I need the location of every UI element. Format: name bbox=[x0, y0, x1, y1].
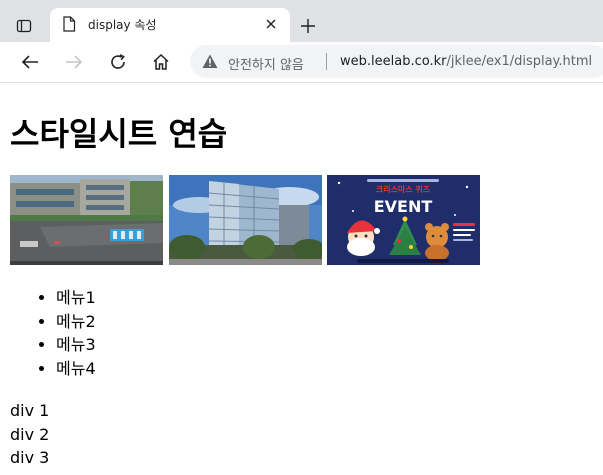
div-block: div 1 bbox=[10, 401, 50, 420]
page-viewport: 스타일시트 연습 크리스마스 퀴즈 EVENT • 메뉴1 • 메뉴2 • 메뉴… bbox=[0, 83, 603, 475]
menu-list: 메뉴1 메뉴2 메뉴3 메뉴4 bbox=[10, 286, 96, 380]
tab-actions-icon bbox=[16, 19, 32, 33]
security-status-label[interactable]: 안전하지 않음 bbox=[228, 54, 304, 73]
plus-icon bbox=[301, 19, 315, 33]
browser-tab-strip: display 속성 bbox=[0, 0, 603, 42]
banner-event-text: EVENT bbox=[374, 197, 433, 216]
list-item: 메뉴1 bbox=[56, 286, 96, 310]
browser-tab-active[interactable]: display 속성 bbox=[50, 8, 290, 42]
office-building-photo bbox=[169, 175, 322, 265]
tab-actions-button[interactable] bbox=[10, 12, 38, 40]
div-block-list: div 1 div 2 div 3 bbox=[10, 399, 49, 470]
list-item: 메뉴4 bbox=[56, 357, 96, 381]
close-icon bbox=[266, 19, 276, 29]
forward-button[interactable] bbox=[60, 48, 88, 76]
arrow-left-icon bbox=[21, 55, 38, 69]
page-file-icon bbox=[62, 16, 76, 36]
address-divider bbox=[326, 53, 327, 70]
arrow-right-icon bbox=[66, 55, 83, 69]
reload-button[interactable] bbox=[104, 48, 132, 76]
browser-toolbar: 안전하지 않음 web.leelab.co.kr/jklee/ex1/displ… bbox=[0, 42, 603, 83]
campus-courtyard-photo bbox=[10, 175, 163, 265]
div-block: div 3 bbox=[10, 448, 50, 467]
url-path: /jklee/ex1/display.html bbox=[446, 54, 593, 69]
refresh-icon bbox=[111, 54, 125, 69]
tab-title: display 속성 bbox=[88, 18, 157, 32]
address-bar[interactable]: 안전하지 않음 web.leelab.co.kr/jklee/ex1/displ… bbox=[190, 45, 603, 78]
div-block: div 2 bbox=[10, 424, 50, 444]
warning-triangle-icon[interactable] bbox=[202, 54, 218, 73]
christmas-event-banner: 크리스마스 퀴즈 EVENT bbox=[327, 175, 480, 265]
page-title: 스타일시트 연습 bbox=[10, 115, 228, 153]
home-icon bbox=[153, 53, 169, 70]
home-button[interactable] bbox=[147, 48, 175, 76]
url-host: web.leelab.co.kr bbox=[340, 54, 447, 69]
tab-close-button[interactable] bbox=[262, 15, 280, 33]
banner-title-text: 크리스마스 퀴즈 bbox=[376, 184, 431, 194]
list-item: 메뉴2 bbox=[56, 310, 96, 334]
url-text[interactable]: web.leelab.co.kr/jklee/ex1/display.html bbox=[340, 54, 592, 69]
new-tab-button[interactable] bbox=[296, 14, 320, 38]
back-button[interactable] bbox=[16, 48, 44, 76]
list-item: 메뉴3 bbox=[56, 333, 96, 357]
